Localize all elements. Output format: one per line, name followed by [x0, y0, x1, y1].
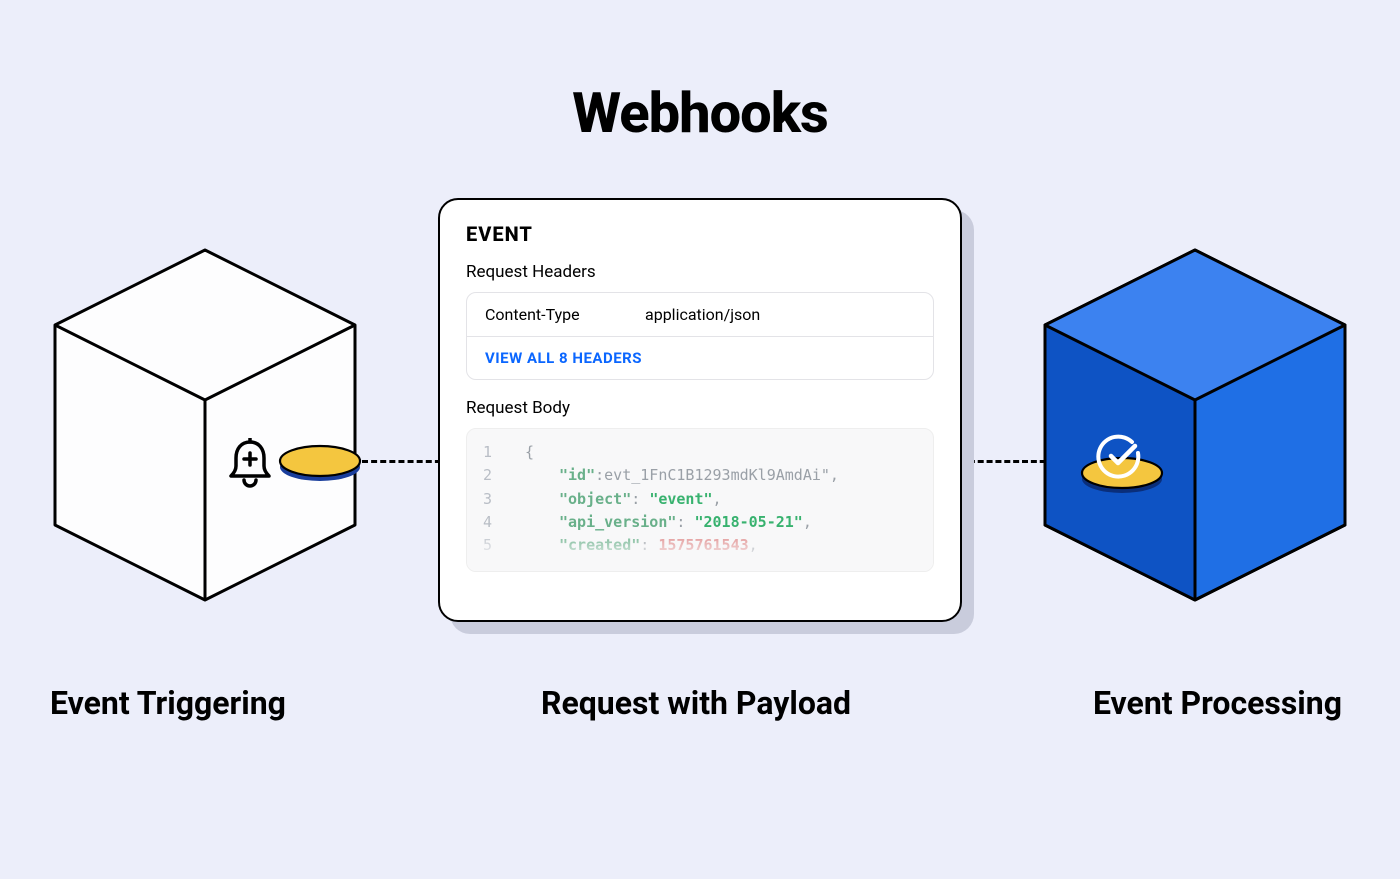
code-brace: {	[525, 441, 534, 464]
bell-plus-icon	[227, 438, 273, 494]
code-key: "id"	[559, 466, 595, 484]
event-card: EVENT Request Headers Content-Type appli…	[438, 198, 962, 622]
cube-blue-icon	[1040, 245, 1350, 605]
coin-icon	[278, 443, 362, 483]
headers-box: Content-Type application/json VIEW ALL 8…	[466, 292, 934, 380]
view-all-headers-link[interactable]: VIEW ALL 8 HEADERS	[467, 336, 933, 379]
request-headers-label: Request Headers	[466, 262, 934, 282]
label-request-with-payload: Request with Payload	[390, 684, 1002, 722]
request-body-code: 1{ 2"id":evt_1FnC1B1293mdKl9AmdAi", 3"ob…	[466, 428, 934, 572]
cube-event-triggering	[50, 245, 360, 595]
code-punct: :	[676, 513, 694, 531]
code-val: :evt_1FnC1B1293mdKl9AmdAi",	[595, 466, 839, 484]
label-event-triggering: Event Triggering	[50, 684, 390, 722]
code-val: "2018-05-21"	[694, 513, 802, 531]
header-key: Content-Type	[485, 305, 645, 324]
diagram-title: Webhooks	[0, 80, 1400, 146]
header-row: Content-Type application/json	[467, 293, 933, 336]
code-punct: :	[631, 490, 649, 508]
header-value: application/json	[645, 305, 760, 324]
cube-outline-icon	[50, 245, 360, 605]
label-event-processing: Event Processing	[1002, 684, 1342, 722]
request-body-label: Request Body	[466, 398, 934, 418]
code-val: "event"	[649, 490, 712, 508]
code-key: "api_version"	[559, 513, 676, 531]
code-key: "object"	[559, 490, 631, 508]
diagram-labels: Event Triggering Request with Payload Ev…	[0, 684, 1400, 722]
card-title: EVENT	[466, 222, 934, 246]
code-punct: ,	[713, 490, 722, 508]
check-circle-icon	[1095, 432, 1145, 486]
code-punct: ,	[803, 513, 812, 531]
cube-event-processing	[1040, 245, 1350, 595]
